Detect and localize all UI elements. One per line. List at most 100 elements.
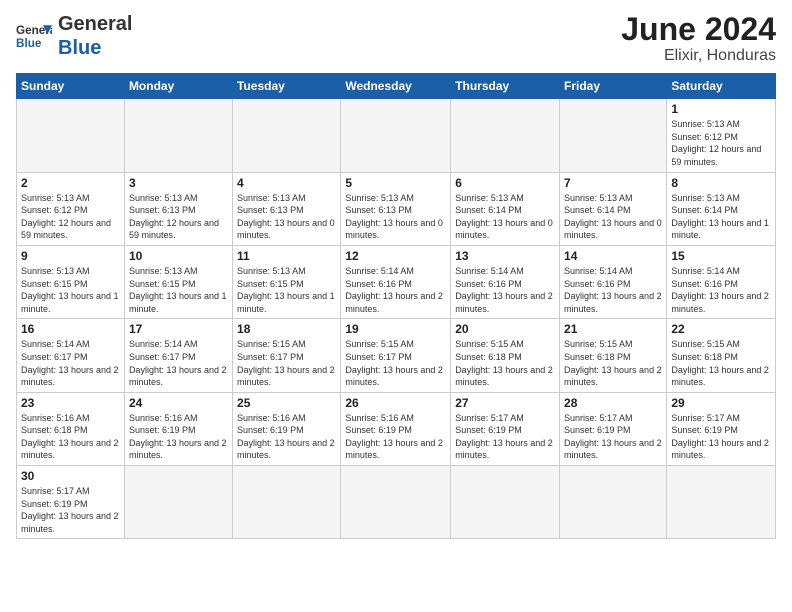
table-row bbox=[451, 99, 560, 172]
location: Elixir, Honduras bbox=[621, 47, 776, 65]
month-title: June 2024 bbox=[621, 12, 776, 47]
day-info: Sunrise: 5:15 AM Sunset: 6:18 PM Dayligh… bbox=[671, 338, 771, 388]
day-info: Sunrise: 5:13 AM Sunset: 6:15 PM Dayligh… bbox=[129, 265, 228, 315]
table-row bbox=[341, 99, 451, 172]
day-number: 30 bbox=[21, 469, 120, 483]
logo: General Blue General Blue bbox=[16, 12, 132, 60]
table-row: 9Sunrise: 5:13 AM Sunset: 6:15 PM Daylig… bbox=[17, 245, 125, 318]
day-info: Sunrise: 5:15 AM Sunset: 6:17 PM Dayligh… bbox=[237, 338, 336, 388]
day-number: 11 bbox=[237, 249, 336, 263]
table-row: 12Sunrise: 5:14 AM Sunset: 6:16 PM Dayli… bbox=[341, 245, 451, 318]
day-info: Sunrise: 5:14 AM Sunset: 6:16 PM Dayligh… bbox=[671, 265, 771, 315]
table-row bbox=[124, 466, 232, 539]
day-info: Sunrise: 5:13 AM Sunset: 6:12 PM Dayligh… bbox=[21, 192, 120, 242]
table-row: 2 Sunrise: 5:13 AM Sunset: 6:12 PM Daylig… bbox=[17, 172, 125, 245]
calendar-week-row: 16 Sunrise: 5:14 AM Sunset: 6:17 PM Dayli… bbox=[17, 319, 776, 392]
day-number: 10 bbox=[129, 249, 228, 263]
table-row: 1Sunrise: 5:13 AM Sunset: 6:12 PM Daylig… bbox=[667, 99, 776, 172]
table-row: 16 Sunrise: 5:14 AM Sunset: 6:17 PM Dayli… bbox=[17, 319, 125, 392]
day-number: 2 bbox=[21, 176, 120, 190]
table-row: 26Sunrise: 5:16 AM Sunset: 6:19 PM Dayli… bbox=[341, 392, 451, 465]
day-number: 8 bbox=[671, 176, 771, 190]
col-monday: Monday bbox=[124, 74, 232, 99]
table-row bbox=[560, 99, 667, 172]
day-number: 23 bbox=[21, 396, 120, 410]
table-row: 7 Sunrise: 5:13 AM Sunset: 6:14 PM Daylig… bbox=[560, 172, 667, 245]
table-row: 14Sunrise: 5:14 AM Sunset: 6:16 PM Dayli… bbox=[560, 245, 667, 318]
day-info: Sunrise: 5:14 AM Sunset: 6:16 PM Dayligh… bbox=[564, 265, 662, 315]
col-tuesday: Tuesday bbox=[233, 74, 341, 99]
day-info: Sunrise: 5:13 AM Sunset: 6:14 PM Dayligh… bbox=[671, 192, 771, 242]
col-thursday: Thursday bbox=[451, 74, 560, 99]
col-sunday: Sunday bbox=[17, 74, 125, 99]
table-row: 4Sunrise: 5:13 AM Sunset: 6:13 PM Daylig… bbox=[233, 172, 341, 245]
day-number: 21 bbox=[564, 322, 662, 336]
table-row bbox=[124, 99, 232, 172]
day-number: 7 bbox=[564, 176, 662, 190]
generalblue-logo-icon: General Blue bbox=[16, 18, 52, 54]
day-info: Sunrise: 5:17 AM Sunset: 6:19 PM Dayligh… bbox=[564, 412, 662, 462]
col-saturday: Saturday bbox=[667, 74, 776, 99]
page: General Blue General Blue June 2024 Elix… bbox=[0, 0, 792, 612]
day-info: Sunrise: 5:16 AM Sunset: 6:19 PM Dayligh… bbox=[237, 412, 336, 462]
table-row: 3 Sunrise: 5:13 AM Sunset: 6:13 PM Daylig… bbox=[124, 172, 232, 245]
day-number: 1 bbox=[671, 102, 771, 116]
day-number: 18 bbox=[237, 322, 336, 336]
day-info: Sunrise: 5:15 AM Sunset: 6:17 PM Dayligh… bbox=[345, 338, 446, 388]
day-number: 29 bbox=[671, 396, 771, 410]
table-row bbox=[451, 466, 560, 539]
day-info: Sunrise: 5:16 AM Sunset: 6:19 PM Dayligh… bbox=[345, 412, 446, 462]
day-number: 16 bbox=[21, 322, 120, 336]
day-info: Sunrise: 5:15 AM Sunset: 6:18 PM Dayligh… bbox=[455, 338, 555, 388]
calendar-header-row: Sunday Monday Tuesday Wednesday Thursday… bbox=[17, 74, 776, 99]
svg-text:Blue: Blue bbox=[16, 37, 42, 50]
day-number: 17 bbox=[129, 322, 228, 336]
table-row bbox=[341, 466, 451, 539]
day-info: Sunrise: 5:14 AM Sunset: 6:16 PM Dayligh… bbox=[455, 265, 555, 315]
calendar-week-row: 9 Sunrise: 5:13 AM Sunset: 6:15 PM Daylig… bbox=[17, 245, 776, 318]
col-friday: Friday bbox=[560, 74, 667, 99]
day-info: Sunrise: 5:14 AM Sunset: 6:16 PM Dayligh… bbox=[345, 265, 446, 315]
day-number: 22 bbox=[671, 322, 771, 336]
day-number: 13 bbox=[455, 249, 555, 263]
day-info: Sunrise: 5:16 AM Sunset: 6:19 PM Dayligh… bbox=[129, 412, 228, 462]
day-info: Sunrise: 5:14 AM Sunset: 6:17 PM Dayligh… bbox=[21, 338, 120, 388]
table-row: 10 Sunrise: 5:13 AM Sunset: 6:15 PM Dayli… bbox=[124, 245, 232, 318]
day-info: Sunrise: 5:13 AM Sunset: 6:13 PM Dayligh… bbox=[345, 192, 446, 242]
table-row: 20 Sunrise: 5:15 AM Sunset: 6:18 PM Dayli… bbox=[451, 319, 560, 392]
table-row bbox=[233, 99, 341, 172]
day-number: 25 bbox=[237, 396, 336, 410]
day-number: 15 bbox=[671, 249, 771, 263]
day-info: Sunrise: 5:17 AM Sunset: 6:19 PM Dayligh… bbox=[455, 412, 555, 462]
table-row: 5Sunrise: 5:13 AM Sunset: 6:13 PM Daylig… bbox=[341, 172, 451, 245]
table-row: 19 Sunrise: 5:15 AM Sunset: 6:17 PM Dayli… bbox=[341, 319, 451, 392]
calendar-week-row: 30 Sunrise: 5:17 AM Sunset: 6:19 PM Dayli… bbox=[17, 466, 776, 539]
table-row: 23Sunrise: 5:16 AM Sunset: 6:18 PM Dayli… bbox=[17, 392, 125, 465]
day-info: Sunrise: 5:13 AM Sunset: 6:15 PM Dayligh… bbox=[237, 265, 336, 315]
day-info: Sunrise: 5:17 AM Sunset: 6:19 PM Dayligh… bbox=[671, 412, 771, 462]
calendar-week-row: 23Sunrise: 5:16 AM Sunset: 6:18 PM Dayli… bbox=[17, 392, 776, 465]
table-row bbox=[560, 466, 667, 539]
title-block: June 2024 Elixir, Honduras bbox=[621, 12, 776, 65]
col-wednesday: Wednesday bbox=[341, 74, 451, 99]
day-number: 6 bbox=[455, 176, 555, 190]
calendar-table: Sunday Monday Tuesday Wednesday Thursday… bbox=[16, 73, 776, 539]
table-row: 24Sunrise: 5:16 AM Sunset: 6:19 PM Dayli… bbox=[124, 392, 232, 465]
day-number: 9 bbox=[21, 249, 120, 263]
day-info: Sunrise: 5:13 AM Sunset: 6:14 PM Dayligh… bbox=[564, 192, 662, 242]
table-row: 8 Sunrise: 5:13 AM Sunset: 6:14 PM Daylig… bbox=[667, 172, 776, 245]
calendar-week-row: 1Sunrise: 5:13 AM Sunset: 6:12 PM Daylig… bbox=[17, 99, 776, 172]
day-number: 20 bbox=[455, 322, 555, 336]
day-number: 19 bbox=[345, 322, 446, 336]
day-number: 4 bbox=[237, 176, 336, 190]
day-number: 3 bbox=[129, 176, 228, 190]
day-info: Sunrise: 5:13 AM Sunset: 6:13 PM Dayligh… bbox=[129, 192, 228, 242]
table-row bbox=[667, 466, 776, 539]
table-row: 13 Sunrise: 5:14 AM Sunset: 6:16 PM Dayli… bbox=[451, 245, 560, 318]
day-info: Sunrise: 5:17 AM Sunset: 6:19 PM Dayligh… bbox=[21, 485, 120, 535]
logo-blue: Blue bbox=[58, 36, 132, 60]
table-row: 27Sunrise: 5:17 AM Sunset: 6:19 PM Dayli… bbox=[451, 392, 560, 465]
day-info: Sunrise: 5:15 AM Sunset: 6:18 PM Dayligh… bbox=[564, 338, 662, 388]
table-row: 22 Sunrise: 5:15 AM Sunset: 6:18 PM Dayli… bbox=[667, 319, 776, 392]
calendar-week-row: 2 Sunrise: 5:13 AM Sunset: 6:12 PM Daylig… bbox=[17, 172, 776, 245]
